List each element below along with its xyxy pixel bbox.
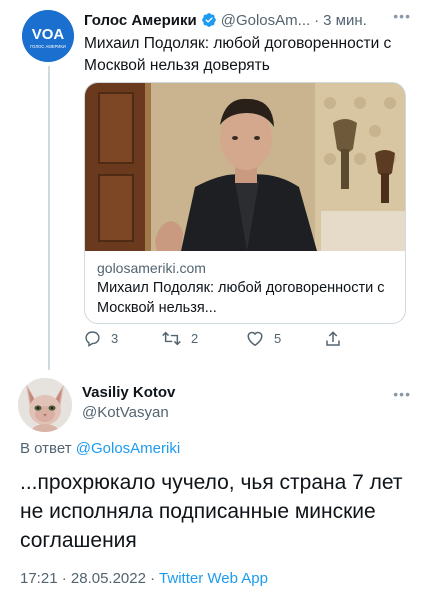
retweet-icon[interactable] [162,330,181,347]
parent-tweet-text: Михаил Подоляк: любой договоренности с М… [84,35,392,74]
author-avatar[interactable] [18,378,72,432]
share-action[interactable] [324,330,342,348]
reply-icon[interactable] [84,330,101,347]
footer-separator: · [61,570,67,587]
replying-to-prefix: В ответ [20,440,72,457]
verified-badge-icon [201,12,217,28]
like-action[interactable]: 5 [246,330,281,347]
reply-tweet[interactable]: Vasiliy Kotov @KotVasyan ••• В ответ @Go… [0,372,425,600]
tweet-time[interactable]: 17:21 [20,570,58,587]
more-icon[interactable]: ••• [393,8,411,24]
retweet-action[interactable]: 2 [162,330,198,347]
header-separator: · [314,11,320,29]
tweet-source-app[interactable]: Twitter Web App [159,570,268,587]
parent-tweet-header: Голос Америки @GolosAm... · 3 мин. [84,10,414,30]
tweet-timestamp[interactable]: 3 мин. [323,12,367,29]
card-title: Михаил Подоляк: любой договоренности с М… [97,280,385,316]
voa-logo-caption: ГОЛОС АМЕРИКИ [30,44,66,49]
share-icon[interactable] [324,330,342,348]
reply-author-display-name[interactable]: Vasiliy Kotov [82,384,175,401]
replying-to-mention[interactable]: @GolosAmeriki [76,440,180,457]
reply-author-handle[interactable]: @KotVasyan [82,404,169,421]
like-count: 5 [274,331,282,346]
voa-avatar[interactable]: VOA ГОЛОС АМЕРИКИ [22,10,74,62]
card-image [85,83,405,251]
replying-to-line: В ответ @GolosAmeriki [20,440,180,457]
voa-logo-text: VOA [32,26,65,43]
reply-tweet-text: ...прохрюкало чучело, чья страна 7 лет н… [20,471,403,552]
reply-count: 3 [111,331,119,346]
voa-logo-icon: VOA ГОЛОС АМЕРИКИ [22,10,74,62]
tweet-date[interactable]: 28.05.2022 [71,570,146,587]
author-handle[interactable]: @GolosAm... [221,12,310,29]
card-domain: golosameriki.com [97,260,206,276]
author-display-name[interactable]: Голос Америки [84,12,197,29]
retweet-count: 2 [191,331,199,346]
parent-tweet[interactable]: VOA ГОЛОС АМЕРИКИ Голос Америки @GolosAm… [0,0,425,375]
tweet-footer: 17:21 · 28.05.2022 · Twitter Web App [20,570,268,587]
reply-action[interactable]: 3 [84,330,118,347]
footer-separator: · [150,570,156,587]
link-preview-card[interactable]: golosameriki.com Михаил Подоляк: любой д… [84,82,406,324]
tweet-actions-bar: 3 2 5 [84,330,404,352]
card-meta: golosameriki.com Михаил Подоляк: любой д… [97,259,397,318]
sphynx-cat-avatar-image [18,378,72,432]
like-icon[interactable] [246,330,264,347]
more-icon[interactable]: ••• [393,386,411,402]
thread-connector-line [48,66,50,370]
